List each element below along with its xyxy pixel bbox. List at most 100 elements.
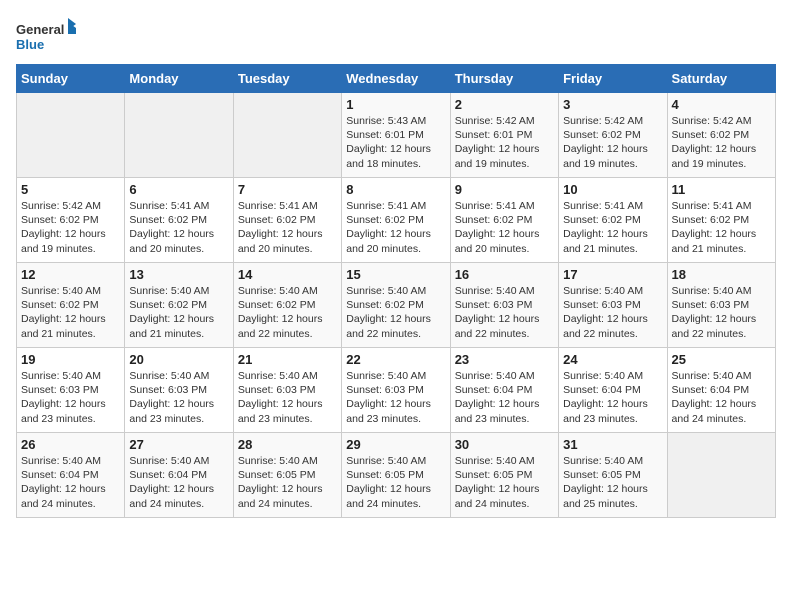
day-info: Sunrise: 5:40 AM Sunset: 6:03 PM Dayligh… [238,369,337,426]
calendar-cell: 5 Sunrise: 5:42 AM Sunset: 6:02 PM Daylig… [17,178,125,263]
day-number: 17 [563,267,662,282]
calendar-body: 1 Sunrise: 5:43 AM Sunset: 6:01 PM Daylig… [17,93,776,518]
day-number: 7 [238,182,337,197]
day-header-saturday: Saturday [667,65,775,93]
day-number: 30 [455,437,554,452]
day-info: Sunrise: 5:42 AM Sunset: 6:01 PM Dayligh… [455,114,554,171]
calendar-table: SundayMondayTuesdayWednesdayThursdayFrid… [16,64,776,518]
day-info: Sunrise: 5:40 AM Sunset: 6:04 PM Dayligh… [455,369,554,426]
calendar-cell: 30Sunrise: 5:40 AM Sunset: 6:05 PM Dayli… [450,433,558,518]
day-number: 9 [455,182,554,197]
day-info: Sunrise: 5:40 AM Sunset: 6:03 PM Dayligh… [563,284,662,341]
day-info: Sunrise: 5:42 AM Sunset: 6:02 PM Dayligh… [672,114,771,171]
day-number: 27 [129,437,228,452]
calendar-cell: 8 Sunrise: 5:41 AM Sunset: 6:02 PM Daylig… [342,178,450,263]
day-info: Sunrise: 5:41 AM Sunset: 6:02 PM Dayligh… [346,199,445,256]
week-row-1: 1 Sunrise: 5:43 AM Sunset: 6:01 PM Daylig… [17,93,776,178]
day-info: Sunrise: 5:40 AM Sunset: 6:03 PM Dayligh… [346,369,445,426]
day-number: 6 [129,182,228,197]
calendar-cell: 6 Sunrise: 5:41 AM Sunset: 6:02 PM Daylig… [125,178,233,263]
calendar-cell: 10Sunrise: 5:41 AM Sunset: 6:02 PM Dayli… [559,178,667,263]
calendar-cell: 22 Sunrise: 5:40 AM Sunset: 6:03 PM Dayli… [342,348,450,433]
day-info: Sunrise: 5:40 AM Sunset: 6:02 PM Dayligh… [21,284,120,341]
day-info: Sunrise: 5:41 AM Sunset: 6:02 PM Dayligh… [238,199,337,256]
day-number: 31 [563,437,662,452]
day-number: 22 [346,352,445,367]
day-number: 5 [21,182,120,197]
calendar-cell: 28 Sunrise: 5:40 AM Sunset: 6:05 PM Dayli… [233,433,341,518]
week-row-2: 5 Sunrise: 5:42 AM Sunset: 6:02 PM Daylig… [17,178,776,263]
day-header-thursday: Thursday [450,65,558,93]
calendar-cell: 18Sunrise: 5:40 AM Sunset: 6:03 PM Dayli… [667,263,775,348]
day-number: 3 [563,97,662,112]
day-info: Sunrise: 5:40 AM Sunset: 6:05 PM Dayligh… [563,454,662,511]
day-info: Sunrise: 5:42 AM Sunset: 6:02 PM Dayligh… [563,114,662,171]
day-number: 26 [21,437,120,452]
day-number: 24 [563,352,662,367]
calendar-cell [125,93,233,178]
day-number: 13 [129,267,228,282]
week-row-5: 26 Sunrise: 5:40 AM Sunset: 6:04 PM Dayli… [17,433,776,518]
day-number: 16 [455,267,554,282]
calendar-cell: 16 Sunrise: 5:40 AM Sunset: 6:03 PM Dayli… [450,263,558,348]
svg-text:Blue: Blue [16,37,44,52]
calendar-cell: 21 Sunrise: 5:40 AM Sunset: 6:03 PM Dayli… [233,348,341,433]
calendar-cell: 13Sunrise: 5:40 AM Sunset: 6:02 PM Dayli… [125,263,233,348]
calendar-cell: 31 Sunrise: 5:40 AM Sunset: 6:05 PM Dayli… [559,433,667,518]
day-header-tuesday: Tuesday [233,65,341,93]
calendar-cell [17,93,125,178]
calendar-cell: 24 Sunrise: 5:40 AM Sunset: 6:04 PM Dayli… [559,348,667,433]
day-info: Sunrise: 5:40 AM Sunset: 6:04 PM Dayligh… [563,369,662,426]
calendar-cell: 19Sunrise: 5:40 AM Sunset: 6:03 PM Dayli… [17,348,125,433]
calendar-cell: 2 Sunrise: 5:42 AM Sunset: 6:01 PM Daylig… [450,93,558,178]
calendar-cell: 14 Sunrise: 5:40 AM Sunset: 6:02 PM Dayli… [233,263,341,348]
day-number: 23 [455,352,554,367]
header: General Blue [16,16,776,56]
calendar-cell: 15 Sunrise: 5:40 AM Sunset: 6:02 PM Dayli… [342,263,450,348]
calendar-cell: 9 Sunrise: 5:41 AM Sunset: 6:02 PM Daylig… [450,178,558,263]
day-info: Sunrise: 5:40 AM Sunset: 6:02 PM Dayligh… [238,284,337,341]
calendar-cell: 4 Sunrise: 5:42 AM Sunset: 6:02 PM Daylig… [667,93,775,178]
day-info: Sunrise: 5:41 AM Sunset: 6:02 PM Dayligh… [672,199,771,256]
day-info: Sunrise: 5:40 AM Sunset: 6:05 PM Dayligh… [238,454,337,511]
calendar-cell: 12 Sunrise: 5:40 AM Sunset: 6:02 PM Dayli… [17,263,125,348]
calendar-cell: 7 Sunrise: 5:41 AM Sunset: 6:02 PM Daylig… [233,178,341,263]
day-number: 4 [672,97,771,112]
day-info: Sunrise: 5:41 AM Sunset: 6:02 PM Dayligh… [455,199,554,256]
day-header-sunday: Sunday [17,65,125,93]
day-info: Sunrise: 5:42 AM Sunset: 6:02 PM Dayligh… [21,199,120,256]
day-info: Sunrise: 5:40 AM Sunset: 6:04 PM Dayligh… [672,369,771,426]
calendar-cell: 26 Sunrise: 5:40 AM Sunset: 6:04 PM Dayli… [17,433,125,518]
day-header-row: SundayMondayTuesdayWednesdayThursdayFrid… [17,65,776,93]
day-number: 14 [238,267,337,282]
day-info: Sunrise: 5:40 AM Sunset: 6:05 PM Dayligh… [346,454,445,511]
day-number: 15 [346,267,445,282]
logo-svg: General Blue [16,16,76,56]
day-number: 1 [346,97,445,112]
calendar-cell: 20Sunrise: 5:40 AM Sunset: 6:03 PM Dayli… [125,348,233,433]
day-info: Sunrise: 5:41 AM Sunset: 6:02 PM Dayligh… [129,199,228,256]
day-number: 21 [238,352,337,367]
calendar-cell: 17 Sunrise: 5:40 AM Sunset: 6:03 PM Dayli… [559,263,667,348]
day-header-friday: Friday [559,65,667,93]
day-number: 12 [21,267,120,282]
day-info: Sunrise: 5:40 AM Sunset: 6:03 PM Dayligh… [455,284,554,341]
day-number: 29 [346,437,445,452]
calendar-cell: 27Sunrise: 5:40 AM Sunset: 6:04 PM Dayli… [125,433,233,518]
calendar-cell: 1 Sunrise: 5:43 AM Sunset: 6:01 PM Daylig… [342,93,450,178]
day-number: 8 [346,182,445,197]
calendar-cell: 11Sunrise: 5:41 AM Sunset: 6:02 PM Dayli… [667,178,775,263]
day-number: 28 [238,437,337,452]
day-number: 25 [672,352,771,367]
calendar-cell: 3 Sunrise: 5:42 AM Sunset: 6:02 PM Daylig… [559,93,667,178]
day-info: Sunrise: 5:40 AM Sunset: 6:03 PM Dayligh… [672,284,771,341]
day-info: Sunrise: 5:43 AM Sunset: 6:01 PM Dayligh… [346,114,445,171]
day-info: Sunrise: 5:40 AM Sunset: 6:02 PM Dayligh… [346,284,445,341]
day-info: Sunrise: 5:40 AM Sunset: 6:04 PM Dayligh… [21,454,120,511]
day-info: Sunrise: 5:40 AM Sunset: 6:03 PM Dayligh… [21,369,120,426]
logo: General Blue [16,16,76,56]
calendar-cell [233,93,341,178]
calendar-cell: 23 Sunrise: 5:40 AM Sunset: 6:04 PM Dayli… [450,348,558,433]
week-row-3: 12 Sunrise: 5:40 AM Sunset: 6:02 PM Dayli… [17,263,776,348]
day-number: 2 [455,97,554,112]
